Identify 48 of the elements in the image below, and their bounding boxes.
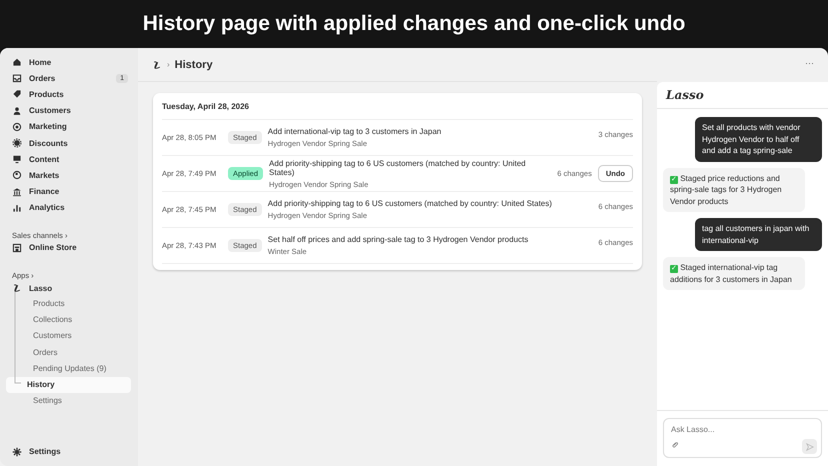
chat-input[interactable]: Ask Lasso... (671, 425, 814, 434)
user-message: Set all products with vendor Hydrogen Vendor to half off and add a tag spring-sale (695, 117, 822, 162)
tag-icon (12, 89, 22, 100)
subnav-item[interactable]: Orders (6, 344, 131, 361)
person-icon (12, 106, 22, 116)
bank-icon (12, 186, 22, 197)
nav-item[interactable]: Lasso (0, 280, 138, 296)
breadcrumb-separator: › (167, 60, 170, 69)
change-title: Add priority-shipping tag to 6 US customers (matched by country: United States) (268, 199, 553, 208)
date-heading: Tuesday, April 28, 2026 (162, 101, 633, 120)
page-title: History (174, 58, 213, 70)
user-message: tag all customers in japan with international-vip (695, 218, 822, 251)
paperclip-icon[interactable] (671, 441, 679, 449)
change-title: Set half off prices and add spring-sale tag to 3 Hydrogen Vendor products (268, 235, 530, 244)
send-button[interactable] (802, 439, 817, 454)
nav-item[interactable]: Products (0, 86, 138, 103)
nav-item[interactable]: Settings (0, 444, 138, 460)
inbox-icon (12, 73, 22, 84)
app-logo: Lasso (666, 88, 704, 102)
nav-item[interactable]: Analytics (0, 200, 138, 216)
send-icon (806, 442, 814, 450)
nav-item[interactable]: Discounts (0, 134, 138, 152)
more-icon[interactable]: ··· (805, 58, 814, 68)
target-icon (12, 122, 22, 132)
change-title: Add international-vip tag to 3 customers in Japan (268, 127, 442, 136)
nav-item[interactable]: Markets (0, 167, 138, 184)
bar-chart-icon (12, 202, 22, 213)
subnav-item[interactable]: Products (6, 296, 131, 312)
nav-item[interactable]: Content (0, 151, 138, 168)
subnav-item[interactable]: Settings (6, 392, 131, 409)
nav-item[interactable]: Online Store (0, 240, 138, 256)
subnav-item[interactable]: History (6, 376, 131, 393)
settings-icon (12, 446, 22, 457)
nav-item[interactable]: Customers (0, 102, 138, 119)
lasso-icon (12, 283, 22, 294)
nav-item[interactable]: Home (0, 54, 138, 70)
change-title: Add priority-shipping tag to 6 US customers (matched by country: United States) (269, 158, 527, 176)
nav-item[interactable]: Finance (0, 184, 138, 200)
subnav-item[interactable]: Pending Updates (9) (6, 360, 131, 377)
house-icon (12, 57, 22, 68)
nav-item[interactable]: Marketing (0, 118, 138, 135)
page-caption: History page with applied changes and one-click undo (142, 12, 686, 36)
monitor-icon (12, 154, 22, 164)
subnav-item[interactable]: Collections (6, 312, 131, 328)
lasso-icon (152, 60, 162, 70)
store-icon (12, 242, 22, 253)
gear-icon (12, 138, 22, 148)
subnav-item[interactable]: Customers (6, 328, 131, 345)
